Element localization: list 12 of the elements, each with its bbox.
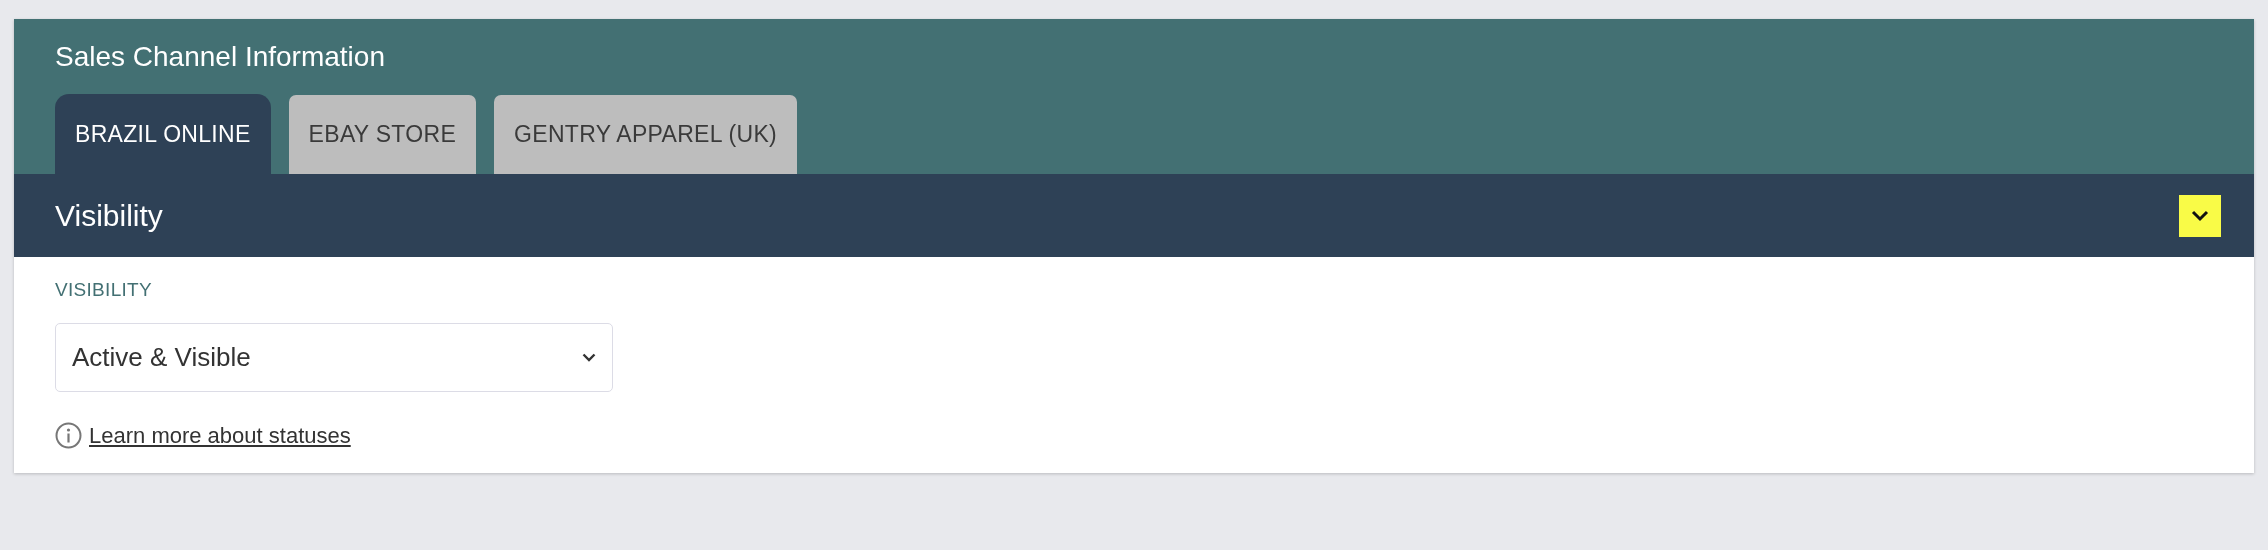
- help-link[interactable]: Learn more about statuses: [89, 422, 351, 449]
- channel-tab[interactable]: GENTRY APPAREL (UK): [494, 95, 798, 174]
- chevron-icon: [2191, 209, 2209, 222]
- info-icon: [55, 422, 82, 449]
- collapse-button[interactable]: [2179, 194, 2221, 237]
- visibility-dropdown[interactable]: Active & Visible: [55, 323, 613, 392]
- channel-tab[interactable]: BRAZIL ONLINE: [55, 94, 271, 174]
- section-title: Visibility: [55, 198, 163, 233]
- chevron-icon: [582, 353, 596, 362]
- card-title: Sales Channel Information: [55, 40, 386, 74]
- field-label: VISIBILITY: [55, 279, 152, 301]
- channel-tab[interactable]: EBAY STORE: [288, 95, 477, 174]
